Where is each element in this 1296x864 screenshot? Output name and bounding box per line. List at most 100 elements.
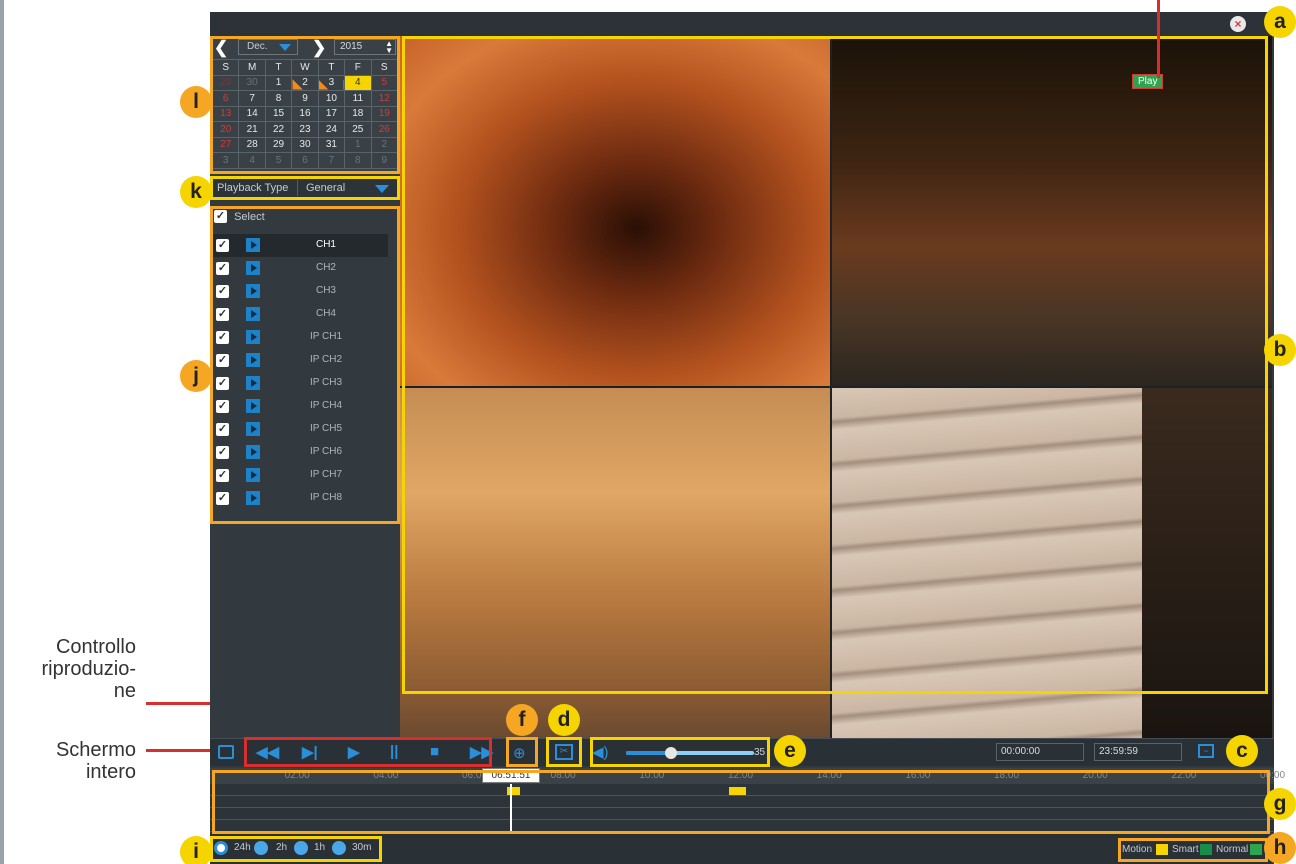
calendar-day-selected[interactable]: 4 bbox=[344, 74, 372, 91]
year-spinner[interactable]: 2015 ▲ ▼ bbox=[334, 39, 396, 55]
camera-view-2[interactable]: Play bbox=[832, 36, 1272, 386]
play-icon[interactable] bbox=[246, 445, 260, 459]
channel-row-ipch5[interactable]: ✓ IP CH5 bbox=[212, 418, 388, 441]
calendar-day[interactable]: 22 bbox=[264, 121, 293, 138]
calendar-day[interactable]: 19 bbox=[370, 105, 399, 122]
calendar-day[interactable]: 12 bbox=[370, 90, 399, 107]
checkbox-icon[interactable]: ✓ bbox=[216, 423, 229, 436]
checkbox-icon[interactable]: ✓ bbox=[216, 377, 229, 390]
calendar-day[interactable]: 9 bbox=[291, 90, 319, 107]
playback-type-select[interactable]: General bbox=[297, 180, 395, 196]
channel-row-ipch4[interactable]: ✓ IP CH4 bbox=[212, 395, 388, 418]
checkbox-icon[interactable]: ✓ bbox=[216, 354, 229, 367]
next-month-icon[interactable]: ❯ bbox=[312, 38, 326, 58]
channel-row-ipch1[interactable]: ✓ IP CH1 bbox=[212, 326, 388, 349]
fast-forward-icon[interactable]: ▶▶ bbox=[470, 743, 493, 761]
checkbox-icon[interactable]: ✓ bbox=[216, 469, 229, 482]
calendar-day[interactable]: 2 bbox=[370, 136, 399, 153]
calendar-day[interactable]: 10 bbox=[317, 90, 346, 107]
checkbox-icon[interactable]: ✓ bbox=[216, 331, 229, 344]
volume-knob[interactable] bbox=[664, 747, 677, 759]
calendar-day[interactable]: 23 bbox=[291, 121, 319, 138]
checkbox-icon[interactable]: ✓ bbox=[216, 492, 229, 505]
volume-icon[interactable]: ◀) bbox=[592, 743, 609, 761]
channel-row-ipch8[interactable]: ✓ IP CH8 bbox=[212, 487, 388, 510]
calendar-day[interactable]: 21 bbox=[238, 121, 266, 138]
calendar-day[interactable]: 11 bbox=[344, 90, 372, 107]
zoom-option[interactable]: 1h bbox=[314, 842, 325, 853]
stop-icon[interactable]: ■ bbox=[430, 743, 439, 760]
waveform-icon[interactable]: ~ bbox=[1198, 744, 1214, 758]
video-grid[interactable]: Play bbox=[400, 36, 1272, 738]
step-icon[interactable]: ▶| bbox=[302, 743, 318, 761]
rewind-icon[interactable]: ◀◀ bbox=[256, 743, 279, 761]
play-icon[interactable]: ▶ bbox=[348, 743, 360, 761]
calendar-day[interactable]: 30 bbox=[291, 136, 319, 153]
zoom-30m-radio[interactable] bbox=[332, 841, 346, 855]
calendar-day[interactable]: 17 bbox=[317, 105, 346, 122]
calendar-day[interactable]: 20 bbox=[211, 121, 240, 138]
prev-month-icon[interactable]: ❮ bbox=[214, 38, 228, 58]
calendar-day[interactable]: 31 bbox=[317, 136, 346, 153]
timeline[interactable]: 02:00 04:00 06:00 08:00 10:00 12:00 14:00 16:00… bbox=[210, 768, 1285, 834]
channel-row-ipch6[interactable]: ✓ IP CH6 bbox=[212, 441, 388, 464]
zoom-24h-radio[interactable] bbox=[214, 841, 228, 855]
calendar-day[interactable]: 28 bbox=[238, 136, 266, 153]
checkbox-icon[interactable]: ✓ bbox=[216, 285, 229, 298]
channel-row-ch2[interactable]: ✓ CH2 bbox=[212, 257, 388, 280]
checkbox-icon[interactable]: ✓ bbox=[216, 400, 229, 413]
fullscreen-icon[interactable] bbox=[218, 745, 234, 759]
checkbox-icon[interactable]: ✓ bbox=[216, 446, 229, 459]
calendar-day[interactable]: 7 bbox=[238, 90, 266, 107]
channel-row-ch3[interactable]: ✓ CH3 bbox=[212, 280, 388, 303]
play-icon[interactable] bbox=[246, 491, 260, 505]
zoom-1h-radio[interactable] bbox=[294, 841, 308, 855]
zoom-option[interactable]: 24h bbox=[234, 842, 251, 853]
calendar-day[interactable]: 8 bbox=[264, 90, 293, 107]
calendar-day[interactable]: 24 bbox=[317, 121, 346, 138]
checkbox-icon[interactable]: ✓ bbox=[216, 239, 229, 252]
close-icon[interactable]: × bbox=[1230, 16, 1246, 32]
calendar-day[interactable]: 27 bbox=[211, 136, 240, 153]
calendar-day[interactable]: 7 bbox=[317, 152, 346, 169]
play-icon[interactable] bbox=[246, 307, 260, 321]
channel-row-ipch7[interactable]: ✓ IP CH7 bbox=[212, 464, 388, 487]
clip-icon[interactable]: ✂ bbox=[555, 744, 573, 760]
calendar-day[interactable]: 18 bbox=[344, 105, 372, 122]
play-icon[interactable] bbox=[246, 284, 260, 298]
play-icon[interactable] bbox=[246, 376, 260, 390]
start-time-field[interactable]: 00:00:00 bbox=[996, 743, 1084, 761]
calendar-day[interactable]: 30 bbox=[238, 74, 266, 91]
volume-slider[interactable] bbox=[626, 747, 754, 759]
camera-view-1[interactable] bbox=[400, 36, 830, 386]
checkbox-icon[interactable]: ✓ bbox=[216, 262, 229, 275]
calendar-day[interactable]: 3 bbox=[317, 74, 346, 91]
calendar-day[interactable]: 29 bbox=[211, 74, 240, 91]
end-time-field[interactable]: 23:59:59 bbox=[1094, 743, 1182, 761]
channel-row-ipch2[interactable]: ✓ IP CH2 bbox=[212, 349, 388, 372]
calendar-day[interactable]: 1 bbox=[344, 136, 372, 153]
zoom-option[interactable]: 2h bbox=[276, 842, 287, 853]
calendar-day[interactable]: 25 bbox=[344, 121, 372, 138]
calendar-day[interactable]: 16 bbox=[291, 105, 319, 122]
calendar-day[interactable]: 6 bbox=[211, 90, 240, 107]
calendar-day[interactable]: 13 bbox=[211, 105, 240, 122]
calendar-day[interactable]: 6 bbox=[291, 152, 319, 169]
calendar-day[interactable]: 4 bbox=[238, 152, 266, 169]
spinner-icon[interactable]: ▲ ▼ bbox=[385, 40, 393, 55]
zoom-option[interactable]: 30m bbox=[352, 842, 371, 853]
play-icon[interactable] bbox=[246, 422, 260, 436]
play-icon[interactable] bbox=[246, 399, 260, 413]
pause-icon[interactable]: || bbox=[390, 743, 398, 760]
calendar-day[interactable]: 5 bbox=[264, 152, 293, 169]
checkbox-icon[interactable]: ✓ bbox=[214, 210, 227, 223]
calendar-day[interactable]: 8 bbox=[344, 152, 372, 169]
calendar-day[interactable]: 3 bbox=[211, 152, 240, 169]
month-select[interactable]: Dec. bbox=[238, 39, 298, 55]
calendar-day[interactable]: 29 bbox=[264, 136, 293, 153]
calendar-day[interactable]: 26 bbox=[370, 121, 399, 138]
channel-row-ch1[interactable]: ✓ CH1 bbox=[212, 234, 388, 257]
channel-row-ch4[interactable]: ✓ CH4 bbox=[212, 303, 388, 326]
calendar-day[interactable]: 15 bbox=[264, 105, 293, 122]
calendar-day[interactable]: 2 bbox=[291, 74, 319, 91]
